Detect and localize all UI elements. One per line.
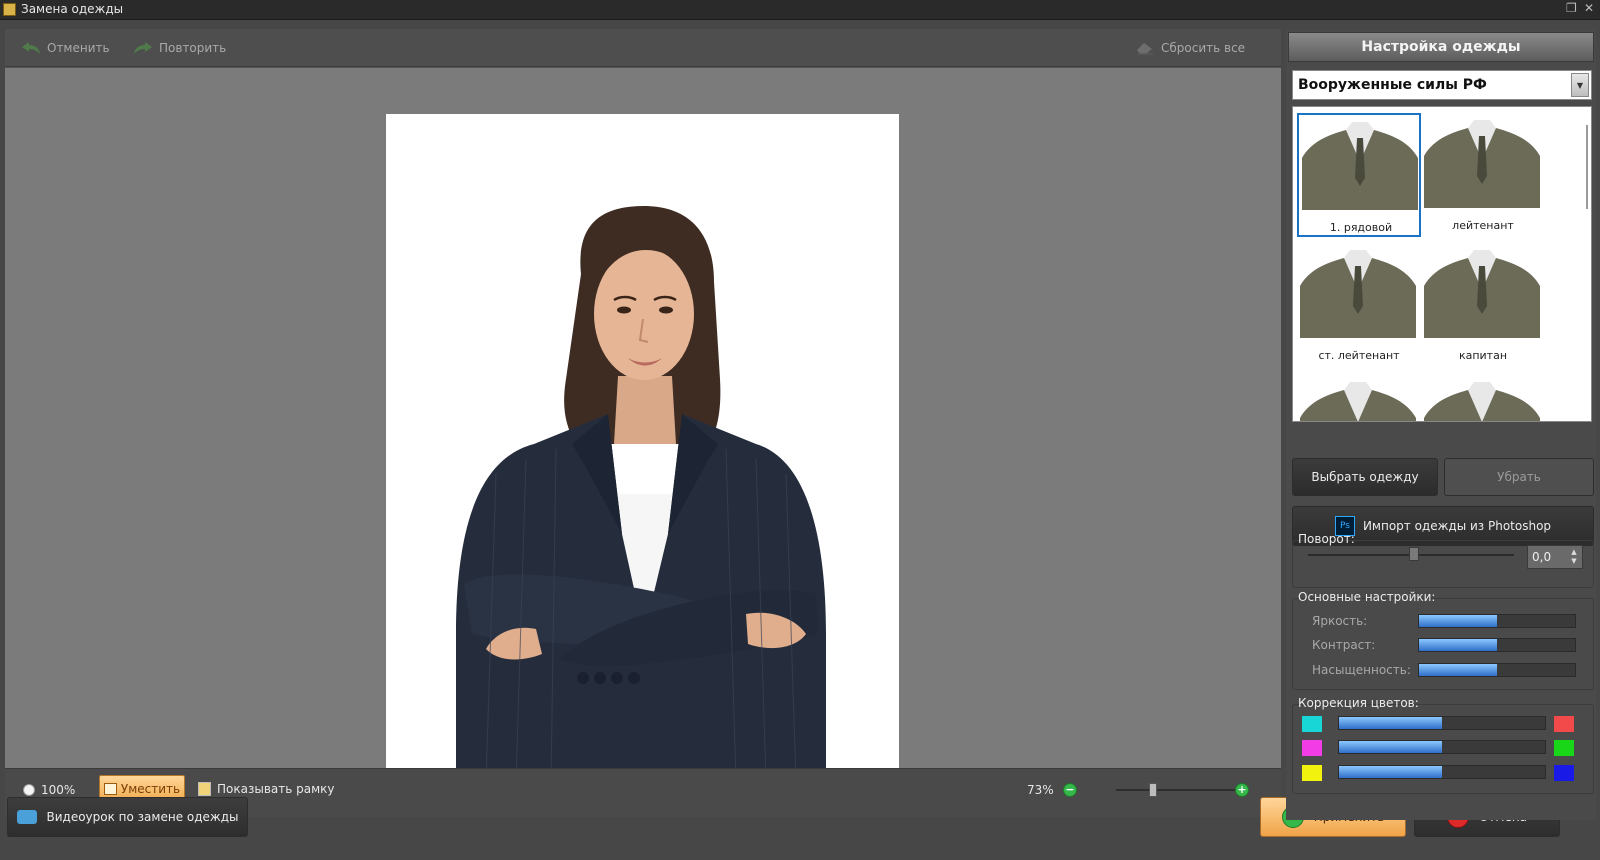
toolbar: Отменить Повторить Сбросить все <box>5 29 1281 67</box>
blue-swatch <box>1554 765 1574 781</box>
eraser-icon <box>1137 43 1153 55</box>
zoom-100-button[interactable]: 100% <box>23 783 75 797</box>
reset-all-button[interactable]: Сбросить все <box>1135 39 1245 57</box>
zoom-slider-thumb[interactable] <box>1149 783 1157 797</box>
title-bar: Замена одежды ❐ ✕ <box>0 0 1600 20</box>
select-clothing-button[interactable]: Выбрать одежду <box>1292 458 1438 496</box>
uniform-thumb-icon <box>1424 120 1540 208</box>
clothing-item-label: ст. лейтенант <box>1318 349 1400 362</box>
app-icon <box>3 3 16 16</box>
rotation-label: Поворот: <box>1298 532 1355 546</box>
category-dropdown[interactable]: Вооруженные силы РФ ▼ <box>1292 70 1592 100</box>
magenta-green-fill <box>1339 741 1442 753</box>
clothing-gallery[interactable]: 1. рядовой лейтенант ст. лейтенант капит… <box>1292 106 1592 422</box>
clothing-item-label: капитан <box>1458 349 1508 362</box>
brightness-label: Яркость: <box>1312 614 1368 628</box>
show-frame-toggle[interactable]: Показывать рамку <box>198 782 335 796</box>
uniform-thumb-icon <box>1300 382 1416 421</box>
cyan-red-slider[interactable] <box>1338 716 1546 730</box>
rotation-value: 0,0 <box>1532 550 1552 564</box>
show-frame-label: Показывать рамку <box>217 782 335 796</box>
portrait-photo[interactable] <box>386 114 899 781</box>
clothing-item-1[interactable]: лейтенант <box>1421 113 1545 237</box>
contrast-slider[interactable] <box>1418 638 1576 652</box>
import-label: Импорт одежды из Photoshop <box>1362 519 1552 533</box>
uniform-thumb-icon <box>1302 122 1418 210</box>
zoom-100-label: 100% <box>41 783 76 797</box>
fit-icon <box>103 783 117 795</box>
brightness-slider[interactable] <box>1418 614 1576 628</box>
clothing-item-label: лейтенант <box>1452 219 1514 232</box>
color-correction-title: Коррекция цветов: <box>1298 696 1419 710</box>
zoom-slider[interactable] <box>1116 783 1244 797</box>
saturation-label: Насыщенность: <box>1312 663 1411 677</box>
redo-arrow-icon <box>134 42 152 54</box>
frame-icon <box>198 782 211 796</box>
window-title: Замена одежды <box>21 2 124 16</box>
editor-panel: Отменить Повторить Сбросить все 100% Уме… <box>5 29 1281 817</box>
gallery-scrollbar[interactable] <box>1586 125 1588 209</box>
cyan-swatch <box>1302 716 1322 732</box>
close-icon[interactable]: ✕ <box>1584 1 1594 15</box>
zoom-in-icon[interactable]: + <box>1235 783 1249 797</box>
zoom-percent-value: 73% <box>1027 783 1054 797</box>
undo-arrow-icon <box>22 42 40 54</box>
contrast-fill <box>1419 639 1497 651</box>
contrast-label: Контраст: <box>1312 638 1376 652</box>
restore-icon[interactable]: ❐ <box>1566 1 1577 15</box>
magnifier-icon <box>23 784 35 796</box>
green-swatch <box>1554 740 1574 756</box>
basic-settings-title: Основные настройки: <box>1298 590 1436 604</box>
clothing-item-partial[interactable] <box>1297 375 1421 421</box>
reset-all-label: Сбросить все <box>1161 41 1246 55</box>
yellow-blue-slider[interactable] <box>1338 765 1546 779</box>
magenta-swatch <box>1302 740 1322 756</box>
uniform-thumb-icon <box>1424 382 1540 421</box>
redo-label: Повторить <box>159 41 227 55</box>
clothing-item-label: 1. рядовой <box>1329 221 1393 234</box>
panel-title: Настройка одежды <box>1288 32 1594 62</box>
category-value: Вооруженные силы РФ <box>1298 77 1487 93</box>
saturation-slider[interactable] <box>1418 663 1576 677</box>
brightness-fill <box>1419 615 1497 627</box>
chevron-down-icon[interactable]: ▼ <box>1571 73 1589 97</box>
clothing-item-3[interactable]: капитан <box>1421 243 1545 367</box>
video-camera-icon <box>16 810 37 824</box>
spin-arrows-icon[interactable]: ▲ ▼ <box>1568 548 1580 566</box>
red-swatch <box>1554 716 1574 732</box>
fit-label: Уместить <box>120 782 181 796</box>
video-tutorial-button[interactable]: Видеоурок по замене одежды <box>7 797 248 837</box>
cyan-red-fill <box>1339 717 1442 729</box>
uniform-thumb-icon <box>1424 250 1540 338</box>
video-tutorial-label: Видеоурок по замене одежды <box>46 810 239 824</box>
rotation-slider-thumb[interactable] <box>1409 547 1419 561</box>
clothing-item-2[interactable]: ст. лейтенант <box>1297 243 1421 367</box>
uniform-thumb-icon <box>1300 250 1416 338</box>
saturation-fill <box>1419 664 1497 676</box>
remove-button[interactable]: Убрать <box>1444 458 1594 496</box>
redo-button[interactable]: Повторить <box>133 39 226 57</box>
canvas-area[interactable] <box>5 68 1281 781</box>
portrait-illustration <box>386 114 899 781</box>
zoom-out-icon[interactable]: − <box>1063 783 1077 797</box>
yellow-blue-fill <box>1339 766 1442 778</box>
magenta-green-slider[interactable] <box>1338 740 1546 754</box>
rotation-spinbox[interactable]: 0,0 ▲ ▼ <box>1527 545 1583 569</box>
undo-button[interactable]: Отменить <box>21 39 110 57</box>
yellow-swatch <box>1302 765 1322 781</box>
undo-label: Отменить <box>47 41 110 55</box>
clothing-item-partial[interactable] <box>1421 375 1545 421</box>
clothing-item-0[interactable]: 1. рядовой <box>1297 113 1421 237</box>
